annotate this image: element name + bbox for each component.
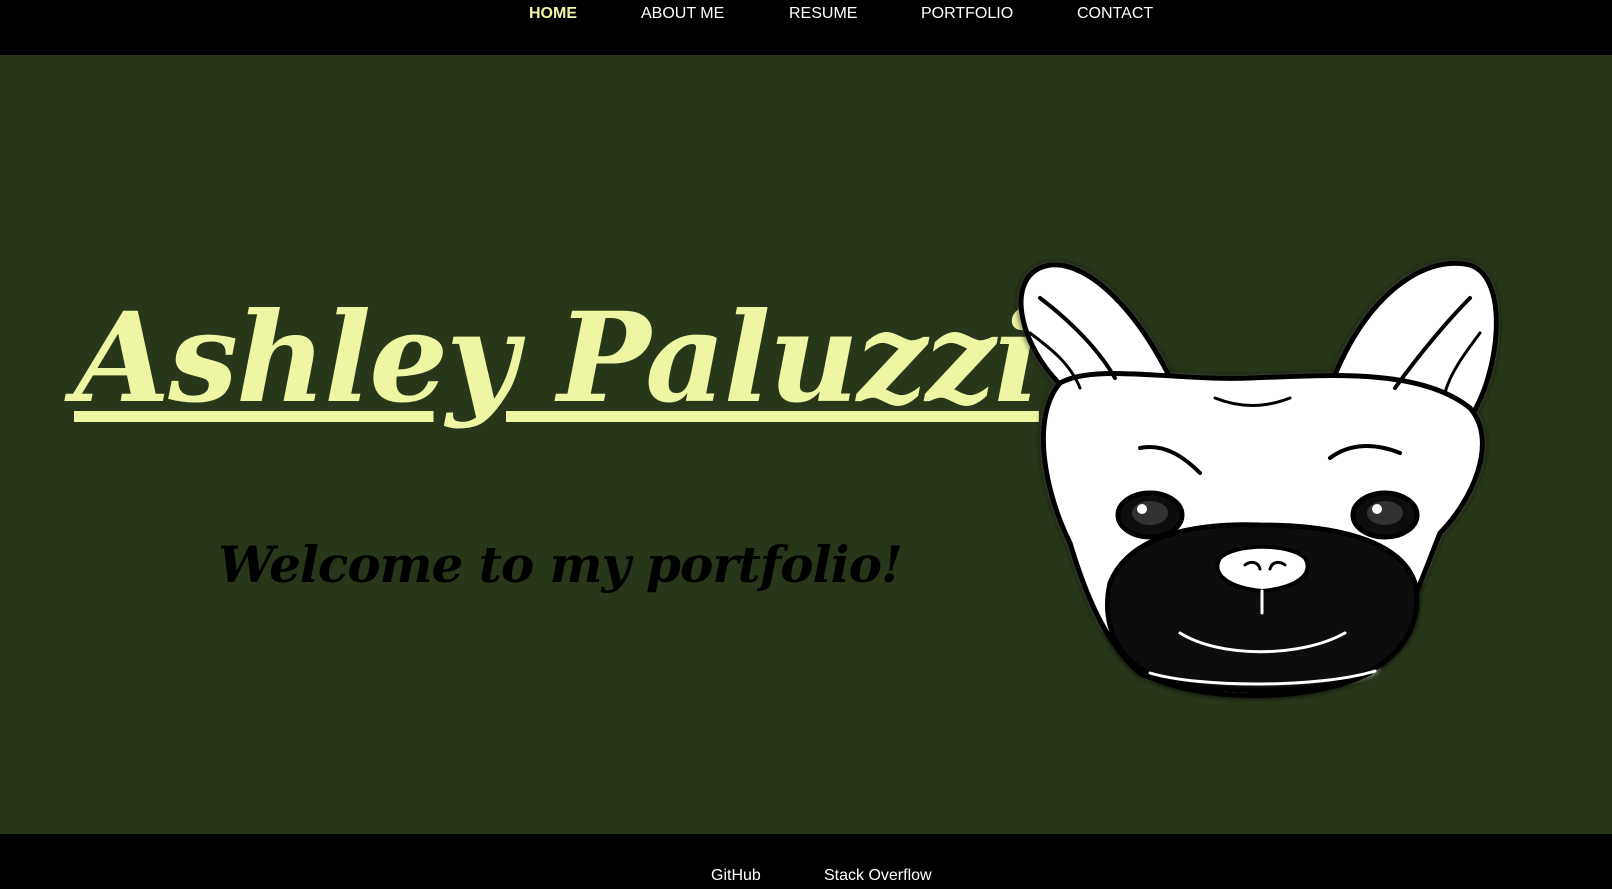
nav-resume-link[interactable]: RESUME [789, 4, 857, 24]
page-title: Ashley Paluzzi [74, 286, 1041, 431]
nav-home-link[interactable]: HOME [529, 4, 577, 24]
footer: GitHub Stack Overflow [0, 834, 1612, 889]
french-bulldog-icon [1018, 260, 1499, 698]
top-navigation: HOME ABOUT ME RESUME PORTFOLIO CONTACT [0, 0, 1612, 55]
footer-github-link[interactable]: GitHub [711, 866, 761, 886]
nav-contact-link[interactable]: CONTACT [1077, 4, 1153, 24]
footer-stack-overflow-link[interactable]: Stack Overflow [824, 866, 932, 886]
nav-portfolio-link[interactable]: PORTFOLIO [921, 4, 1013, 24]
hero-section: Ashley Paluzzi Welcome to my portfolio! [0, 55, 1612, 834]
welcome-heading: Welcome to my portfolio! [218, 535, 903, 594]
nav-about-me-link[interactable]: ABOUT ME [641, 4, 724, 24]
